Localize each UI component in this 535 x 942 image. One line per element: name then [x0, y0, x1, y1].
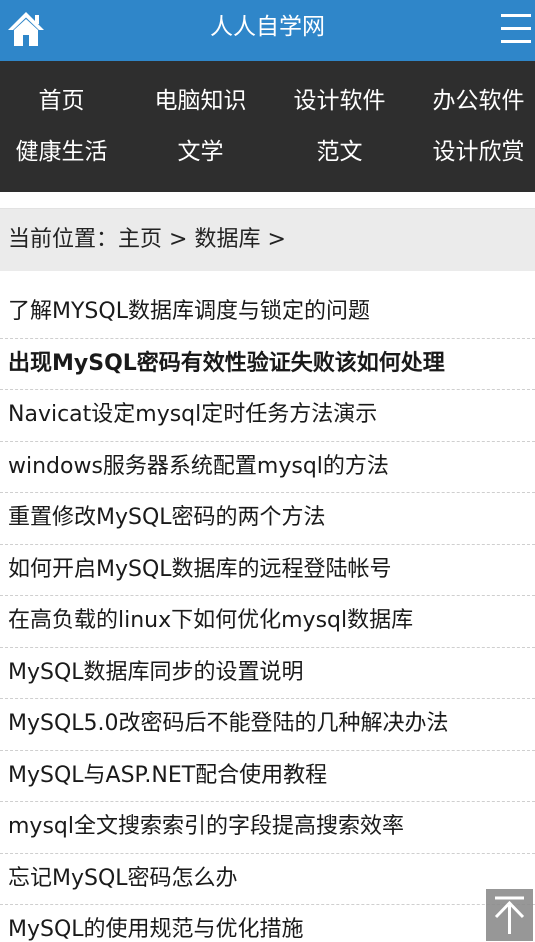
article-link[interactable]: MySQL5.0改密码后不能登陆的几种解决办法	[0, 699, 535, 751]
article-link[interactable]: 重置修改MySQL密码的两个方法	[0, 493, 535, 545]
hamburger-menu-icon	[501, 27, 531, 30]
nav-item-healthy-living[interactable]: 健康生活	[0, 132, 128, 172]
nav-item-model-essays[interactable]: 范文	[273, 132, 406, 172]
divider	[0, 192, 535, 209]
breadcrumb-current-link[interactable]: 数据库	[194, 227, 260, 252]
article-link[interactable]: MySQL的使用规范与优化措施	[0, 905, 535, 942]
category-nav: 首页 电脑知识 设计软件 办公软件 健康生活 文学 范文 设计欣赏	[0, 61, 535, 192]
nav-item-computer-knowledge[interactable]: 电脑知识	[134, 81, 267, 121]
hamburger-menu-icon	[501, 40, 531, 43]
menu-button[interactable]	[501, 12, 531, 46]
article-link[interactable]: 在高负载的linux下如何优化mysql数据库	[0, 596, 535, 648]
top-header: 人人自学网	[0, 0, 535, 61]
article-link[interactable]: 出现MySQL密码有效性验证失败该如何处理	[0, 339, 535, 390]
breadcrumb-home-link[interactable]: 主页	[118, 227, 162, 252]
article-link[interactable]: 忘记MySQL密码怎么办	[0, 854, 535, 905]
article-link[interactable]: mysql全文搜索索引的字段提高搜索效率	[0, 802, 535, 854]
hamburger-menu-icon	[501, 14, 531, 17]
breadcrumb-separator: >	[162, 227, 195, 252]
page: 人人自学网 首页 电脑知识 设计软件 办公软件 健康生活 文学 范文 设计欣赏 …	[0, 0, 535, 942]
article-link[interactable]: Navicat设定mysql定时任务方法演示	[0, 390, 535, 442]
article-link[interactable]: MySQL与ASP.NET配合使用教程	[0, 751, 535, 802]
article-link[interactable]: 如何开启MySQL数据库的远程登陆帐号	[0, 545, 535, 596]
breadcrumb-trailing: >	[260, 227, 286, 252]
nav-item-office-software[interactable]: 办公软件	[412, 81, 535, 121]
nav-item-literature[interactable]: 文学	[134, 132, 267, 172]
breadcrumb: 当前位置：主页 > 数据库 >	[0, 209, 535, 271]
back-to-top-button[interactable]	[486, 889, 533, 941]
arrow-up-icon	[494, 896, 525, 934]
nav-item-design-software[interactable]: 设计软件	[273, 81, 406, 121]
article-link[interactable]: MySQL数据库同步的设置说明	[0, 648, 535, 699]
nav-item-home[interactable]: 首页	[0, 81, 128, 121]
article-link[interactable]: windows服务器系统配置mysql的方法	[0, 442, 535, 493]
breadcrumb-prefix: 当前位置：	[8, 227, 119, 252]
nav-item-design-appreciation[interactable]: 设计欣赏	[412, 132, 535, 172]
site-title: 人人自学网	[210, 14, 325, 40]
article-list: 了解MYSQL数据库调度与锁定的问题 出现MySQL密码有效性验证失败该如何处理…	[0, 287, 535, 942]
article-link[interactable]: 了解MYSQL数据库调度与锁定的问题	[0, 287, 535, 339]
